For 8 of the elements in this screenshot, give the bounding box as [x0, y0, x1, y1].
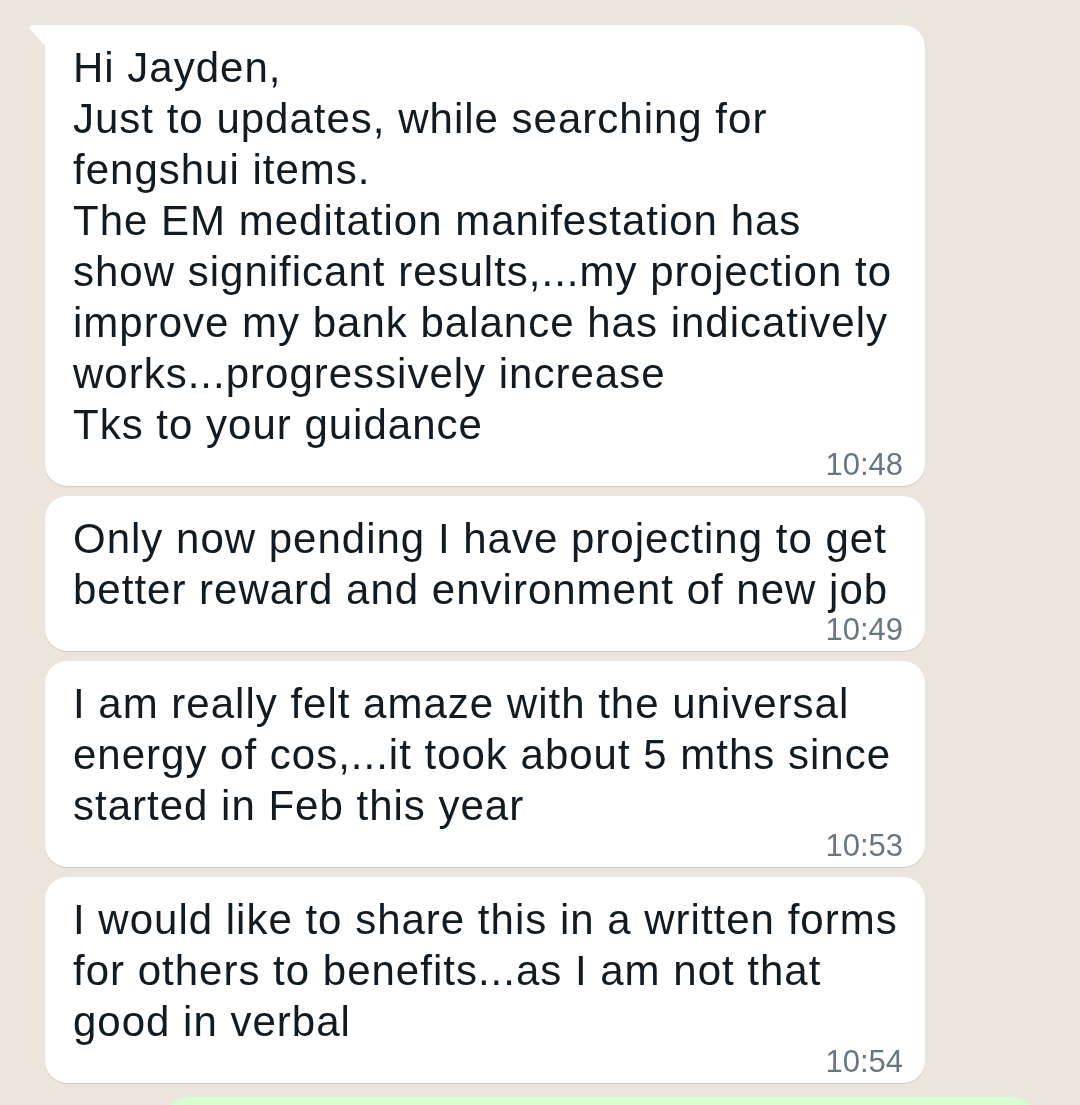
message-text: Hi Jayden, Just to updates, while searching for fengshui items. The EM meditation manifestation has show significant results,...my projection to improve my bank balance has indicatively works...progressively increase Tks to your guidance	[73, 43, 893, 450]
message-time: 10:53	[825, 831, 903, 861]
message-time: 10:48	[825, 450, 903, 480]
message-text: I am really felt amaze with the universal energy of cos,...it took about 5 mths since started in Feb this year	[73, 679, 893, 831]
message-text: Only now pending I have projecting to get better reward and environment of new job	[73, 514, 890, 615]
message-time: 10:49	[825, 615, 903, 645]
message-time: 10:54	[825, 1047, 903, 1077]
message-text: I would like to share this in a written forms for others to benefits...as I am not that good in verbal	[73, 895, 899, 1047]
